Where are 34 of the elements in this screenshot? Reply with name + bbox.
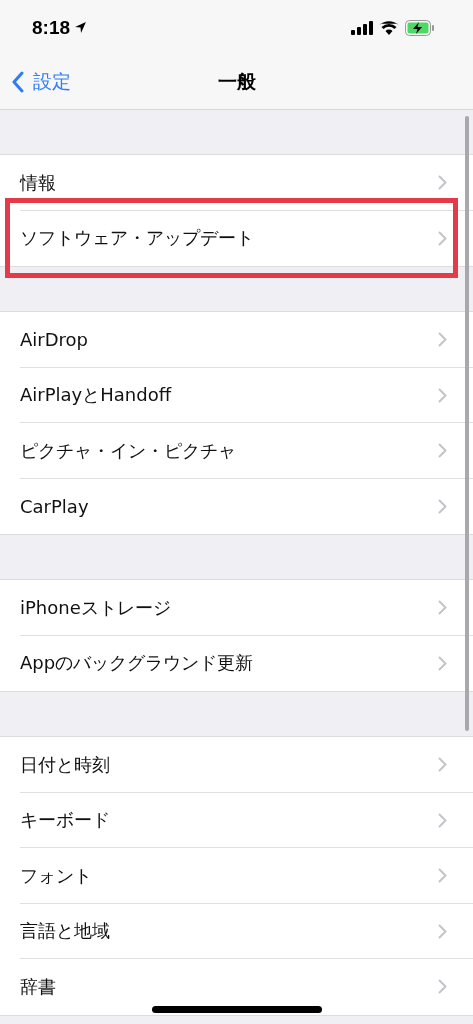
settings-row[interactable]: ピクチャ・イン・ピクチャ	[0, 423, 473, 479]
battery-charging-icon	[405, 19, 435, 36]
chevron-right-icon	[438, 175, 447, 191]
wifi-icon	[379, 20, 399, 35]
settings-row[interactable]: フォント	[0, 848, 473, 904]
nav-title: 一般	[217, 69, 256, 94]
chevron-right-icon	[438, 923, 447, 939]
settings-row[interactable]: ソフトウェア・アップデート	[0, 210, 473, 266]
settings-row[interactable]: 情報	[0, 155, 473, 211]
settings-row[interactable]: Appのバックグラウンド更新	[0, 635, 473, 691]
settings-row[interactable]: 辞書	[0, 959, 473, 1015]
chevron-right-icon	[438, 655, 447, 671]
settings-row[interactable]: CarPlay	[0, 478, 473, 534]
chevron-right-icon	[438, 868, 447, 884]
chevron-right-icon	[438, 443, 447, 459]
status-time: 8:18	[32, 16, 71, 39]
chevron-right-icon	[438, 498, 447, 514]
chevron-right-icon	[438, 979, 447, 995]
location-arrow-icon	[74, 21, 88, 34]
settings-row[interactable]: iPhoneストレージ	[0, 580, 473, 636]
chevron-right-icon	[438, 812, 447, 828]
settings-row[interactable]: 言語と地域	[0, 903, 473, 959]
settings-row[interactable]: キーボード	[0, 792, 473, 848]
chevron-right-icon	[438, 332, 447, 348]
chevron-right-icon	[438, 230, 447, 246]
chevron-right-icon	[438, 387, 447, 403]
settings-row[interactable]: AirPlayとHandoff	[0, 367, 473, 423]
back-chevron-icon	[12, 71, 24, 93]
chevron-right-icon	[438, 600, 447, 616]
back-button[interactable]: 設定	[0, 69, 71, 95]
signal-icon	[351, 20, 373, 35]
settings-row[interactable]: AirDrop	[0, 312, 473, 368]
settings-row[interactable]: 日付と時刻	[0, 737, 473, 793]
chevron-right-icon	[438, 757, 447, 773]
